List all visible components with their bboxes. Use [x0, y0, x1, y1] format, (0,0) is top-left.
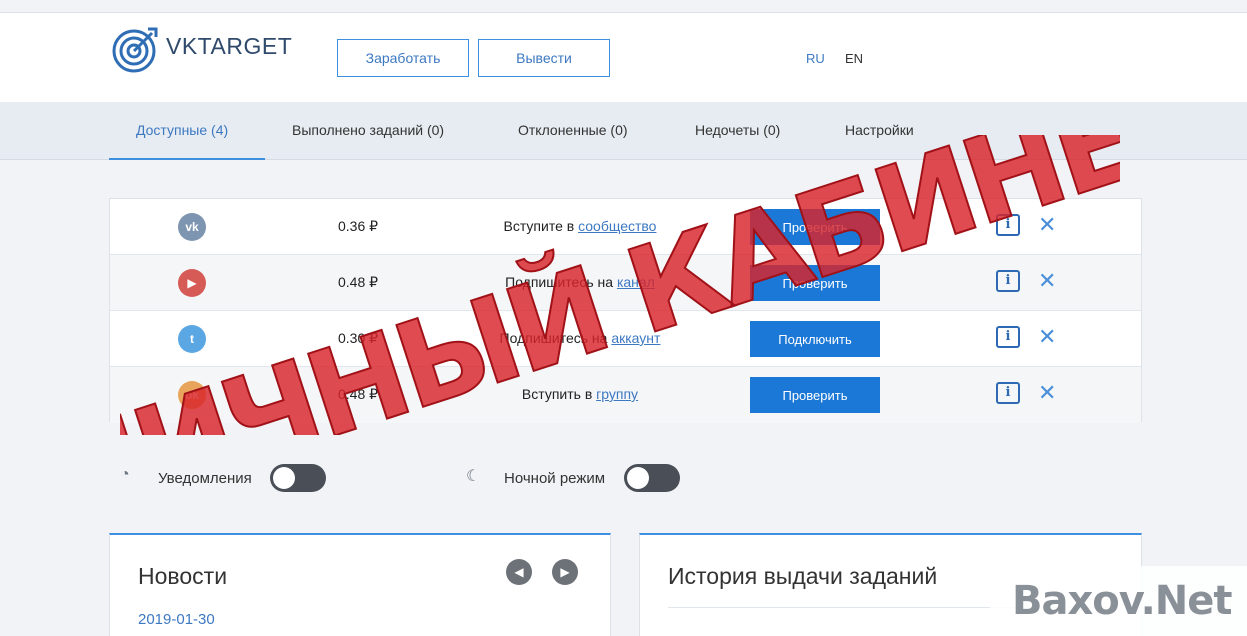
- task-description: Подпишитесь на аккаунт: [499, 330, 661, 346]
- tab-available[interactable]: Доступные (4): [136, 122, 228, 138]
- watermark-text: Baxov.Net: [1012, 578, 1232, 624]
- notifications-switch[interactable]: [270, 464, 326, 492]
- news-panel: Новости ◀ ▶ 2019-01-30: [109, 533, 611, 636]
- night-mode-icon: ☾: [466, 468, 481, 485]
- night-mode-label: Ночной режим: [504, 470, 606, 487]
- task-description: Вступите в сообщество: [503, 218, 657, 234]
- check-button[interactable]: Проверить: [750, 377, 880, 413]
- history-title: История выдачи заданий: [668, 563, 938, 589]
- task-list: vk 0.36 ₽ Вступите в сообщество Проверит…: [109, 198, 1142, 423]
- switch-knob: [627, 467, 649, 489]
- logo-text: VKTARGET: [166, 33, 293, 59]
- vk-icon: vk: [178, 213, 206, 241]
- watermark: Baxov.Net: [990, 566, 1247, 636]
- switch-knob: [273, 467, 295, 489]
- lang-en-link[interactable]: EN: [845, 51, 863, 66]
- info-icon[interactable]: i: [996, 382, 1020, 404]
- tab-flaws[interactable]: Недочеты (0): [695, 122, 780, 138]
- info-icon[interactable]: i: [996, 214, 1020, 236]
- close-icon[interactable]: ✕: [1038, 379, 1056, 407]
- news-title: Новости: [138, 563, 228, 589]
- task-price: 0.30 ₽: [338, 330, 379, 346]
- tab-completed[interactable]: Выполнено заданий (0): [292, 122, 444, 138]
- prev-news-button[interactable]: ◀: [506, 559, 532, 585]
- task-price: 0.48 ₽: [338, 386, 379, 402]
- task-row: t 0.30 ₽ Подпишитесь на аккаунт Подключи…: [110, 311, 1141, 367]
- task-price: 0.48 ₽: [338, 274, 379, 290]
- logo[interactable]: VKTARGET: [110, 25, 293, 75]
- check-button[interactable]: Проверить: [750, 265, 880, 301]
- news-date[interactable]: 2019-01-30: [138, 611, 215, 628]
- close-icon[interactable]: ✕: [1038, 211, 1056, 239]
- task-row: vk 0.36 ₽ Вступите в сообщество Проверит…: [110, 199, 1141, 255]
- youtube-icon: ▶: [178, 269, 206, 297]
- task-link[interactable]: группу: [596, 386, 638, 402]
- info-icon[interactable]: i: [996, 270, 1020, 292]
- tab-settings[interactable]: Настройки: [845, 122, 914, 138]
- night-mode-toggle-group: ☾ Ночной режим: [466, 462, 696, 494]
- chevron-right-icon: ▶: [560, 565, 570, 579]
- task-link[interactable]: канал: [617, 274, 655, 290]
- tabs-bar: Доступные (4) Выполнено заданий (0) Откл…: [0, 102, 1247, 160]
- task-row: ▶ 0.48 ₽ Подпишитесь на канал Проверить …: [110, 255, 1141, 311]
- task-link[interactable]: сообщество: [578, 218, 656, 234]
- lang-ru-link[interactable]: RU: [806, 51, 825, 66]
- withdraw-button[interactable]: Вывести: [478, 39, 610, 77]
- earn-button[interactable]: Заработать: [337, 39, 469, 77]
- active-tab-indicator: [109, 158, 265, 160]
- close-icon[interactable]: ✕: [1038, 267, 1056, 295]
- next-news-button[interactable]: ▶: [552, 559, 578, 585]
- close-icon[interactable]: ✕: [1038, 323, 1056, 351]
- target-logo-icon: [112, 27, 158, 73]
- info-icon[interactable]: i: [996, 326, 1020, 348]
- tab-rejected[interactable]: Отклоненные (0): [518, 122, 628, 138]
- connect-button[interactable]: Подключить: [750, 321, 880, 357]
- header: VKTARGET Заработать Вывести RU EN: [0, 12, 1247, 102]
- chevron-left-icon: ◀: [514, 565, 524, 579]
- odnoklassniki-icon: ok: [178, 381, 206, 409]
- notifications-toggle-group: ◔ Уведомления: [120, 462, 340, 494]
- task-row: ok 0.48 ₽ Вступить в группу Проверить i …: [110, 367, 1141, 423]
- task-description: Подпишитесь на канал: [505, 274, 655, 290]
- check-button[interactable]: Проверить: [750, 209, 880, 245]
- twitter-icon: t: [178, 325, 206, 353]
- task-price: 0.36 ₽: [338, 218, 379, 234]
- night-mode-switch[interactable]: [624, 464, 680, 492]
- task-link[interactable]: аккаунт: [611, 330, 660, 346]
- bell-icon: ◔: [120, 466, 130, 483]
- notifications-label: Уведомления: [158, 470, 252, 487]
- task-description: Вступить в группу: [521, 386, 639, 402]
